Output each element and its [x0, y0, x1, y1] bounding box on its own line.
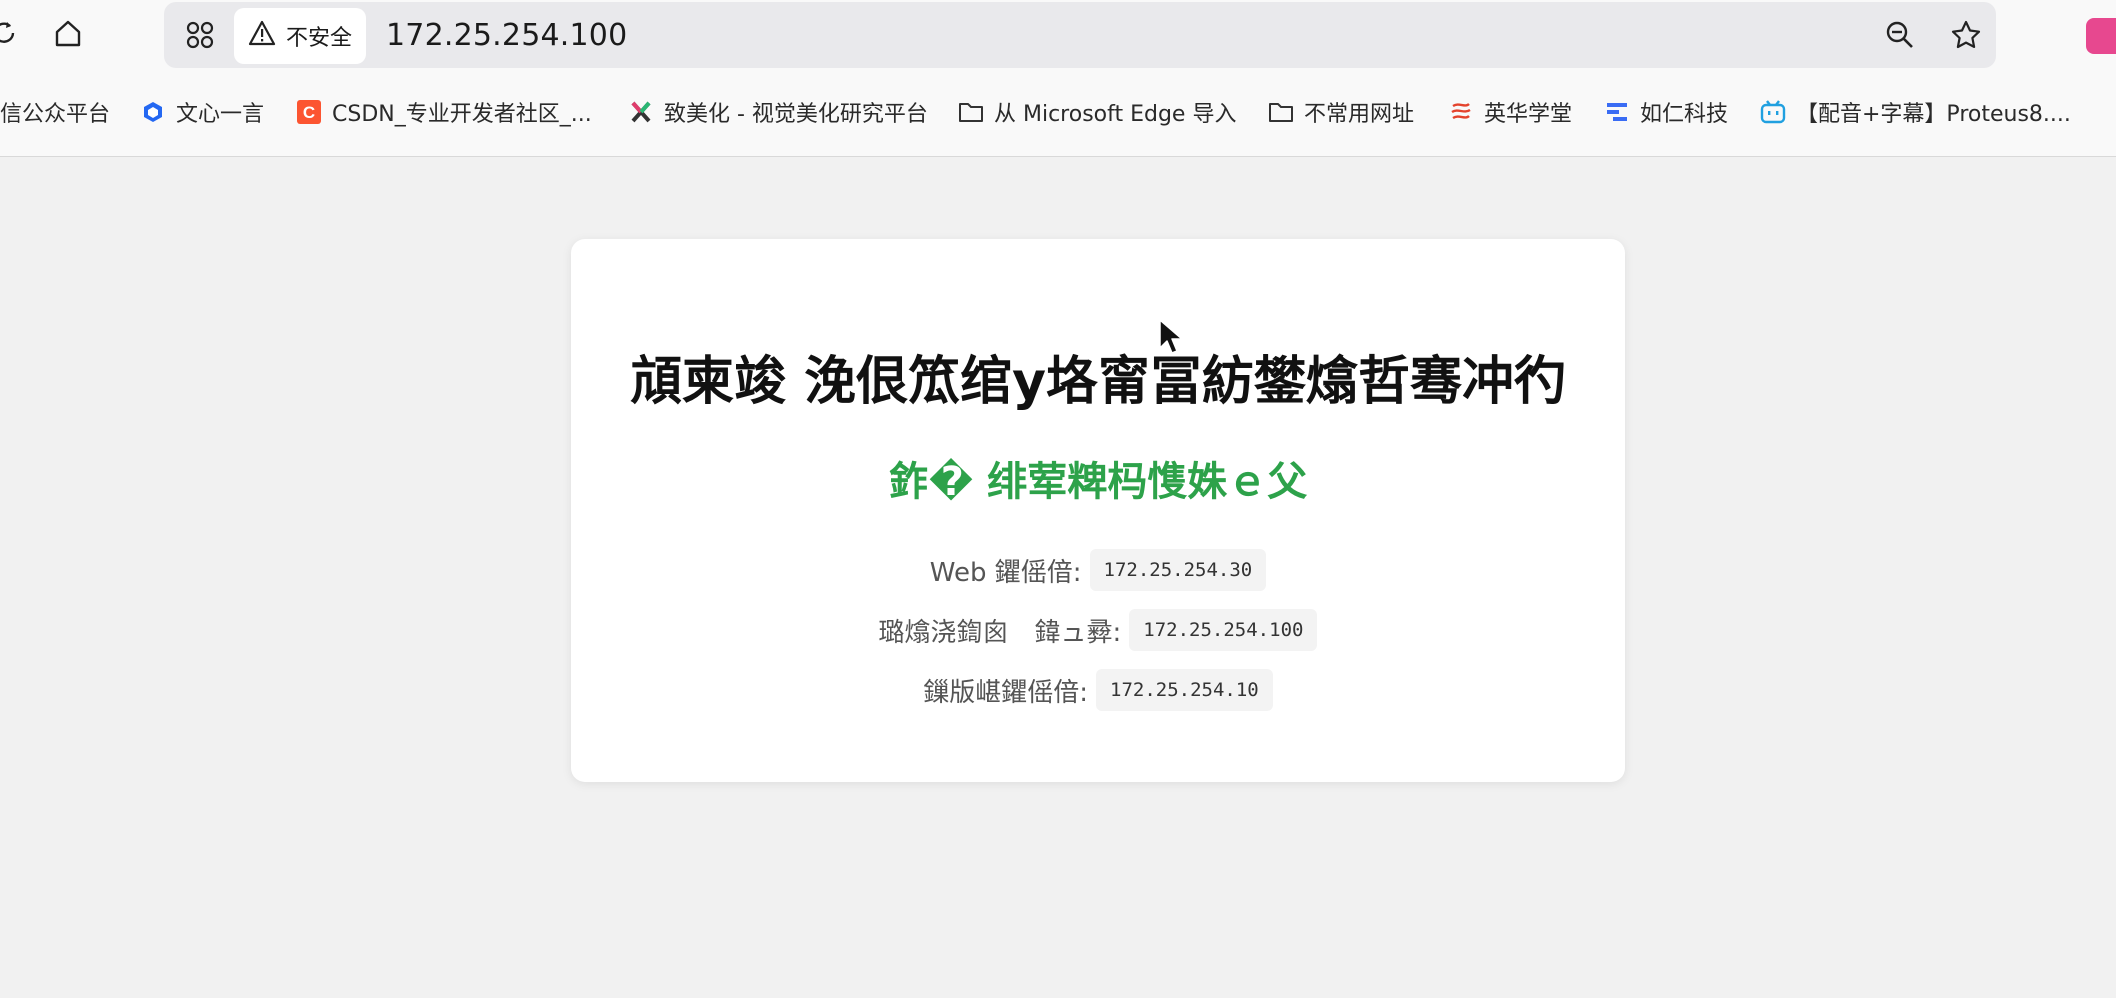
bookmark-label: 不常用网址: [1304, 102, 1415, 127]
bookmark-label: 英华学堂: [1484, 102, 1573, 127]
info-label: 璐熻浇鍧囪 鍏ュ彛:: [878, 617, 1122, 648]
folder-icon: [958, 99, 984, 125]
wenxin-icon: [140, 99, 166, 125]
bookmark-folder[interactable]: 从 Microsoft Edge 导入: [958, 86, 1236, 138]
ruren-icon: [1604, 99, 1630, 125]
info-label: 鏁版嵁鑺傜偣:: [923, 677, 1089, 708]
security-indicator[interactable]: 不安全: [234, 8, 366, 64]
bookmark-label: 【配音+字幕】Proteus8....: [1796, 102, 2071, 127]
bookmark-item[interactable]: 英华学堂: [1448, 86, 1572, 138]
apps-icon[interactable]: [176, 11, 224, 59]
warning-icon: [248, 20, 276, 52]
bookmark-item[interactable]: 致美化 - 视觉美化研究平台: [628, 86, 928, 138]
bookmark-folder[interactable]: 不常用网址: [1268, 86, 1414, 138]
info-label: Web 鑺傜偣:: [929, 557, 1082, 588]
mouse-cursor-icon: [1158, 318, 1184, 356]
info-row: Web 鑺傜偣: 172.25.254.30: [571, 549, 1625, 591]
zhimeihua-icon: [628, 99, 654, 125]
folder-icon: [1268, 99, 1294, 125]
address-bar[interactable]: 不安全 172.25.254.100: [164, 2, 1996, 68]
info-row: 鏁版嵁鑺傜偣: 172.25.254.10: [571, 669, 1625, 711]
bookmark-item[interactable]: 如仁科技: [1604, 86, 1728, 138]
bilibili-icon: [1760, 99, 1786, 125]
bookmark-item[interactable]: 信公众平台: [0, 86, 110, 138]
bookmarks-bar: 信公众平台 文心一言 C CSDN_专业开发者社区_... 致美化 - 视觉美化…: [0, 86, 2116, 138]
home-icon[interactable]: [44, 10, 92, 58]
bookmark-label: 如仁科技: [1640, 102, 1729, 127]
info-value: 172.25.254.30: [1089, 549, 1267, 591]
page-content: 頏柬竣 浼佷笟绾у垎甯冨紡鐢熻哲骞冲彴 鈼� 绯荤粺杩愯姝ｅ父 Web 鑺傜偣:…: [0, 157, 2116, 998]
bookmark-label: 文心一言: [176, 102, 265, 127]
yinghua-icon: [1448, 99, 1474, 125]
status-message: 鈼� 绯荤粺杩愯姝ｅ父: [888, 459, 1308, 505]
browser-chrome: 不安全 172.25.254.100 信公众平台 文心一言 C CSDN_专业开…: [0, 0, 2116, 157]
reload-icon[interactable]: [0, 10, 28, 58]
side-app-icon[interactable]: [2086, 18, 2116, 54]
bookmark-item[interactable]: C CSDN_专业开发者社区_...: [296, 86, 592, 138]
csdn-icon: C: [296, 99, 322, 125]
browser-toolbar: 不安全 172.25.254.100: [0, 0, 2116, 70]
favorite-star-icon[interactable]: [1942, 11, 1990, 59]
zoom-out-icon[interactable]: [1876, 11, 1924, 59]
info-value: 172.25.254.10: [1096, 669, 1273, 711]
info-row: 璐熻浇鍧囪 鍏ュ彛: 172.25.254.100: [571, 609, 1625, 651]
bookmark-label: CSDN_专业开发者社区_...: [332, 102, 592, 127]
bookmark-label: 信公众平台: [0, 102, 111, 127]
security-label: 不安全: [285, 26, 352, 51]
url-text[interactable]: 172.25.254.100: [386, 18, 627, 53]
svg-text:C: C: [303, 103, 315, 122]
bookmark-label: 致美化 - 视觉美化研究平台: [664, 102, 928, 127]
status-card: 頏柬竣 浼佷笟绾у垎甯冨紡鐢熻哲骞冲彴 鈼� 绯荤粺杩愯姝ｅ父 Web 鑺傜偣:…: [571, 239, 1625, 782]
bookmark-item[interactable]: 【配音+字幕】Proteus8....: [1760, 86, 2071, 138]
info-value: 172.25.254.100: [1129, 609, 1318, 651]
bookmark-label: 从 Microsoft Edge 导入: [994, 102, 1237, 127]
bookmark-item[interactable]: 文心一言: [140, 86, 264, 138]
page-title: 頏柬竣 浼佷笟绾у垎甯冨紡鐢熻哲骞冲彴: [629, 352, 1566, 412]
